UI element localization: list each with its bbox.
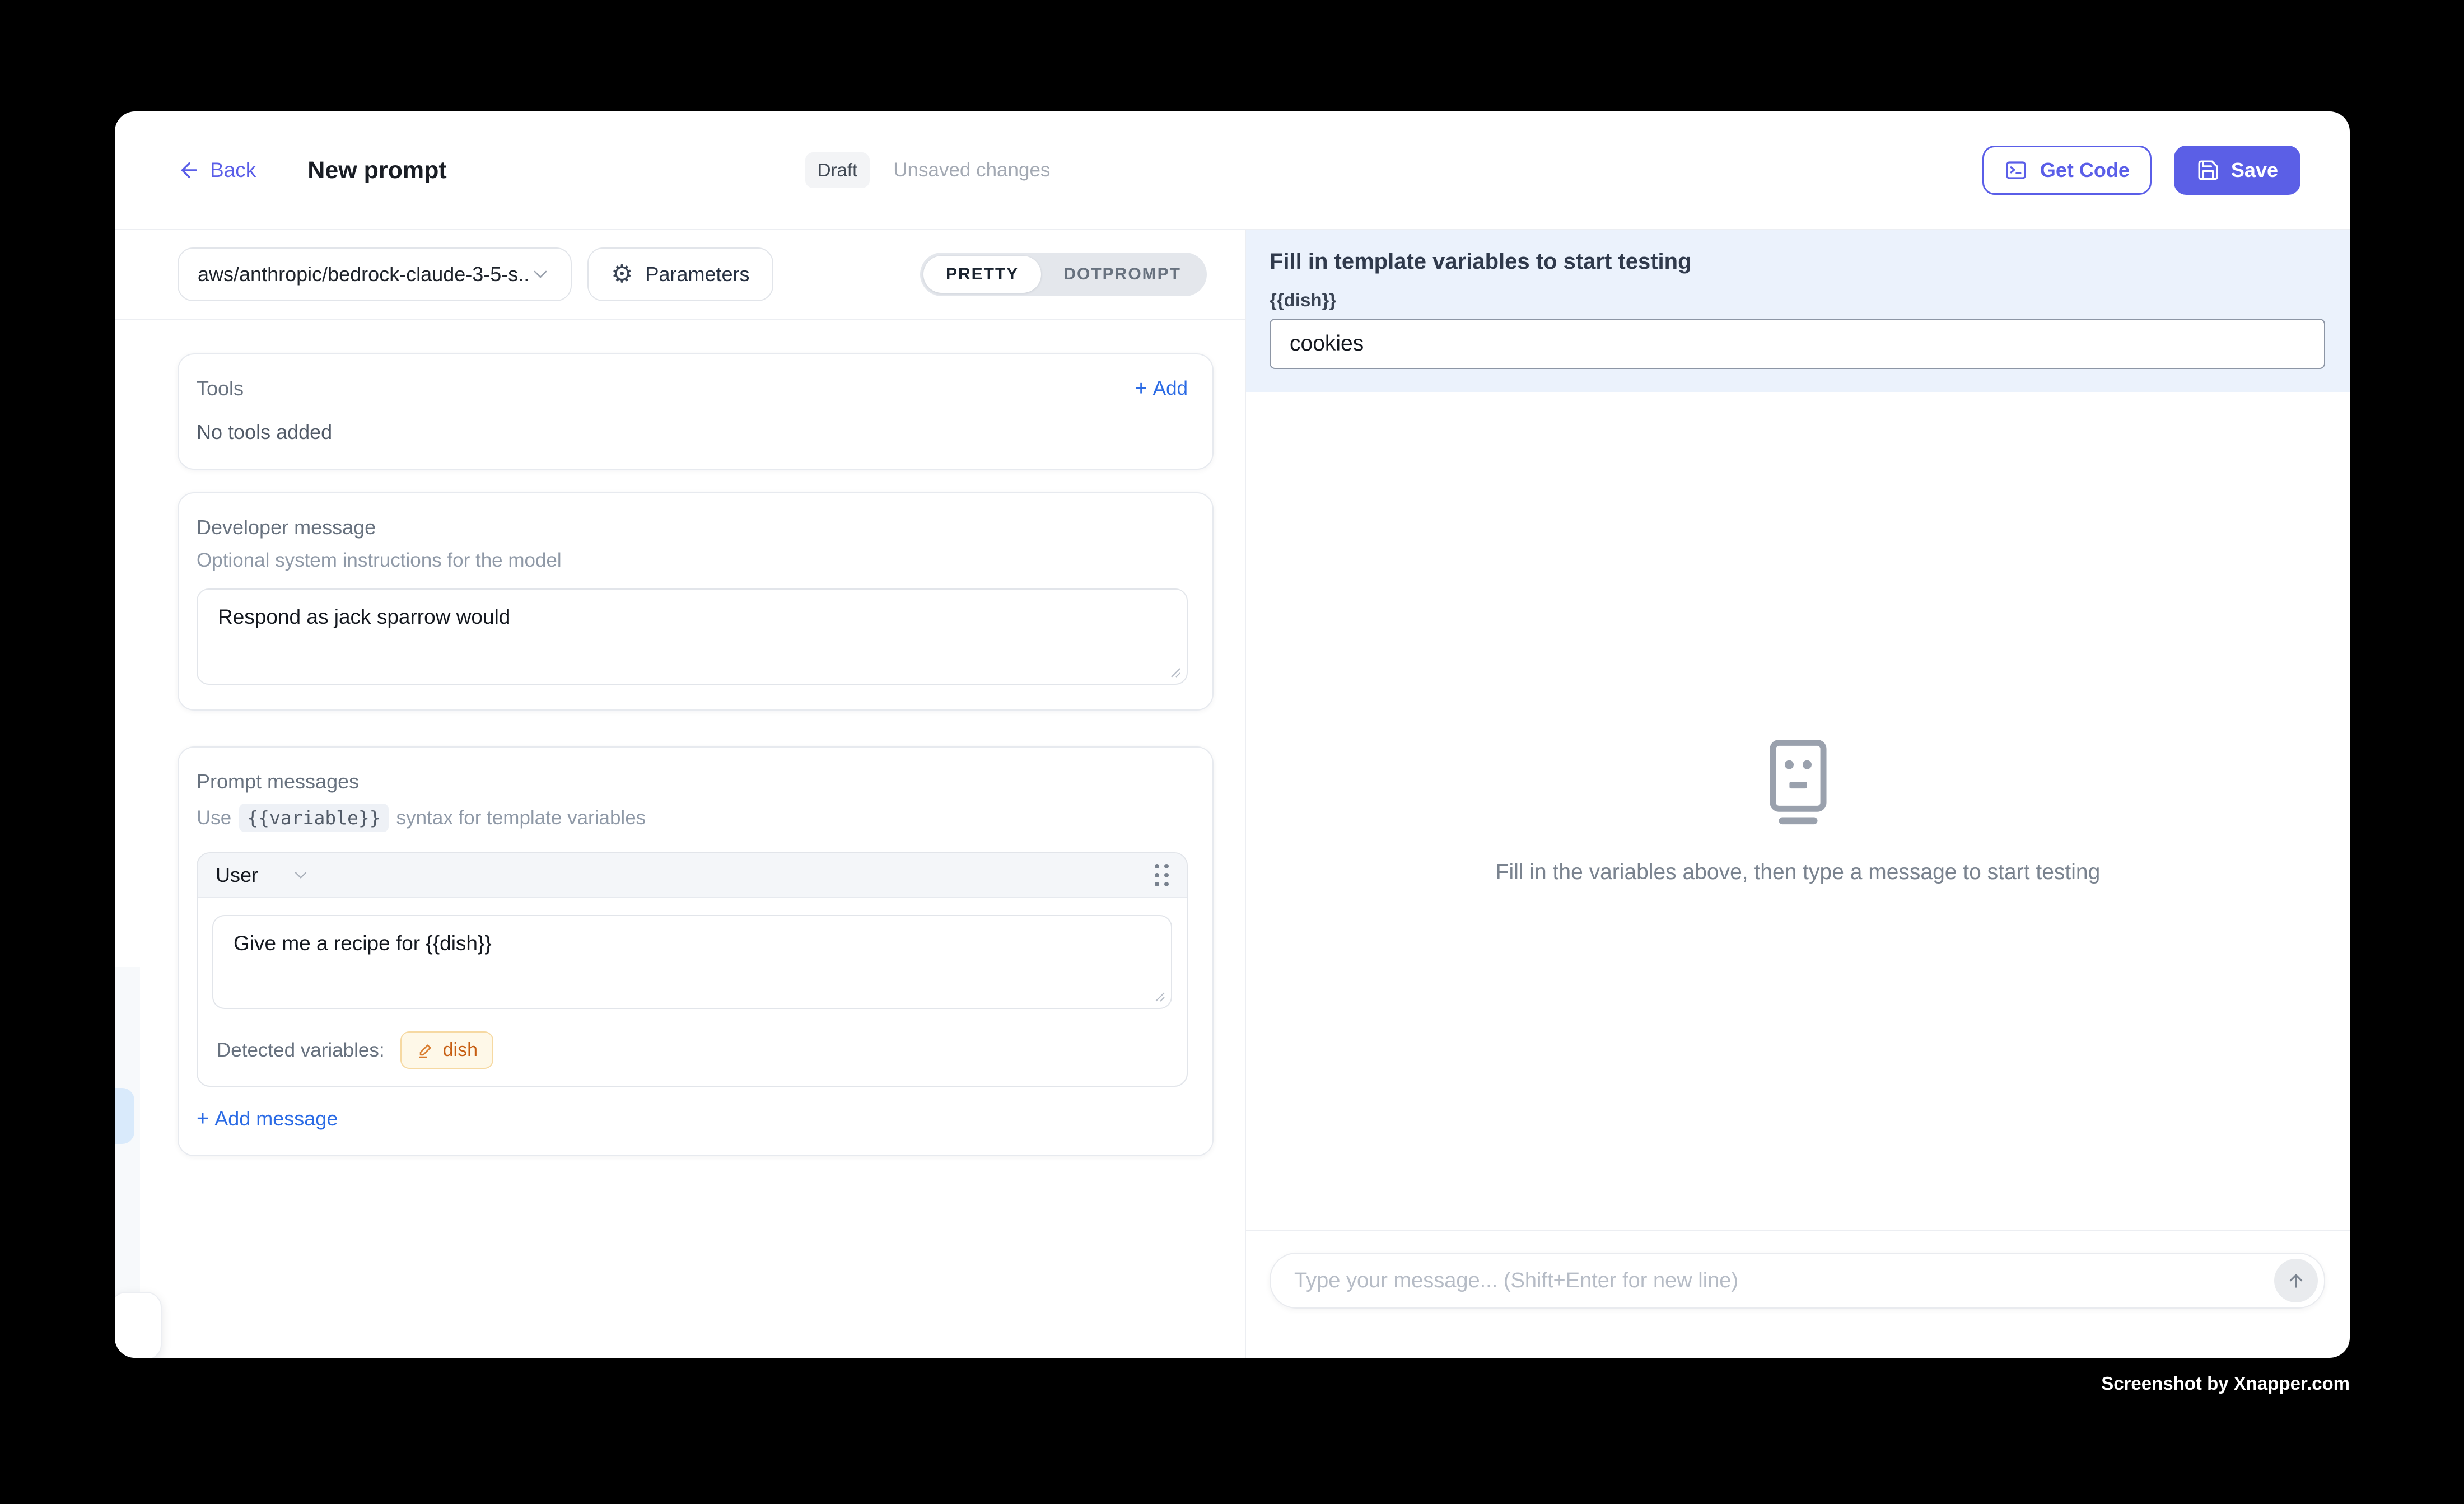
get-code-button[interactable]: Get Code xyxy=(1982,146,2152,195)
sidebar-item-partial[interactable] xyxy=(115,1088,134,1144)
app-window: Back New prompt Draft Unsaved changes Ge… xyxy=(115,111,2350,1358)
empty-state-text: Fill in the variables above, then type a… xyxy=(1496,860,2101,885)
watermark-text: Screenshot by Xnapper.com xyxy=(2101,1373,2350,1394)
chevron-down-icon xyxy=(529,263,552,286)
messages-card-title: Prompt messages xyxy=(197,770,1188,793)
developer-message-textarea[interactable]: Respond as jack sparrow would xyxy=(197,588,1188,685)
tools-card-title: Tools xyxy=(197,377,244,400)
gear-icon: ⚙ xyxy=(611,262,633,287)
sidebar-edge-strip xyxy=(115,967,140,1358)
parameters-button[interactable]: ⚙ Parameters xyxy=(587,247,773,301)
message-body: Give me a recipe for {{dish}} Detected v… xyxy=(198,915,1187,1086)
variable-name-label: {{dish}} xyxy=(1270,289,2325,311)
bot-face-icon xyxy=(1762,738,1834,828)
template-variables-box: Fill in template variables to start test… xyxy=(1246,230,2350,392)
chat-message-input[interactable] xyxy=(1270,1253,2325,1309)
page-header: Back New prompt Draft Unsaved changes Ge… xyxy=(115,111,2350,230)
message-content-textarea[interactable]: Give me a recipe for {{dish}} xyxy=(212,915,1172,1009)
model-select-value: aws/anthropic/bedrock-claude-3-5-s... xyxy=(198,263,529,286)
send-button[interactable] xyxy=(2274,1259,2318,1302)
terminal-icon xyxy=(2004,158,2028,182)
message-role-select[interactable]: User xyxy=(216,863,311,887)
message-block: User Give me a recipe for {{ xyxy=(197,852,1188,1087)
arrow-up-icon xyxy=(2285,1270,2307,1291)
edit-pencil-icon xyxy=(416,1041,434,1059)
developer-message-card: Developer message Optional system instru… xyxy=(178,492,1214,711)
add-tool-button[interactable]: + Add xyxy=(1135,377,1188,400)
drag-handle-icon[interactable] xyxy=(1155,864,1169,886)
save-icon xyxy=(2196,158,2220,182)
toggle-option-dotprompt[interactable]: DOTPROMPT xyxy=(1041,256,1203,293)
variable-syntax-token: {{variable}} xyxy=(239,804,388,832)
floating-corner-box xyxy=(115,1292,162,1358)
tools-empty-text: No tools added xyxy=(197,421,1188,444)
chat-empty-state: Fill in the variables above, then type a… xyxy=(1246,392,2350,1230)
editor-scroll-area: Tools + Add No tools added Developer mes… xyxy=(115,320,1245,1358)
developer-card-subtitle: Optional system instructions for the mod… xyxy=(197,549,1188,572)
page-title: New prompt xyxy=(307,157,446,184)
plus-icon: + xyxy=(1135,378,1147,399)
back-arrow-icon xyxy=(178,158,201,182)
back-label: Back xyxy=(210,158,256,182)
add-message-button[interactable]: + Add message xyxy=(197,1107,1188,1131)
developer-card-title: Developer message xyxy=(197,516,1188,539)
detected-variables-label: Detected variables: xyxy=(217,1039,385,1062)
variable-value-input[interactable] xyxy=(1270,319,2325,369)
prompt-editor-panel: aws/anthropic/bedrock-claude-3-5-s... ⚙ … xyxy=(115,230,1245,1358)
chevron-down-icon xyxy=(291,865,311,885)
toggle-option-pretty[interactable]: PRETTY xyxy=(923,256,1041,293)
messages-card-subtitle: Use {{variable}} syntax for template var… xyxy=(197,804,1188,832)
model-select[interactable]: aws/anthropic/bedrock-claude-3-5-s... xyxy=(178,247,572,301)
unsaved-changes-text: Unsaved changes xyxy=(893,159,1050,181)
message-header: User xyxy=(198,853,1187,898)
view-mode-toggle: PRETTY DOTPROMPT xyxy=(920,253,1207,296)
plus-icon: + xyxy=(197,1108,209,1129)
test-panel: Fill in template variables to start test… xyxy=(1245,230,2350,1358)
prompt-messages-card: Prompt messages Use {{variable}} syntax … xyxy=(178,746,1214,1156)
variables-box-title: Fill in template variables to start test… xyxy=(1270,249,2325,274)
status-badge: Draft xyxy=(805,152,870,188)
back-button[interactable]: Back xyxy=(178,158,256,182)
save-button[interactable]: Save xyxy=(2174,146,2300,195)
model-toolbar: aws/anthropic/bedrock-claude-3-5-s... ⚙ … xyxy=(115,230,1245,320)
tools-card: Tools + Add No tools added xyxy=(178,353,1214,470)
panel-footer xyxy=(1246,1328,2350,1358)
variable-chip-dish[interactable]: dish xyxy=(400,1031,493,1069)
message-composer xyxy=(1246,1230,2350,1328)
